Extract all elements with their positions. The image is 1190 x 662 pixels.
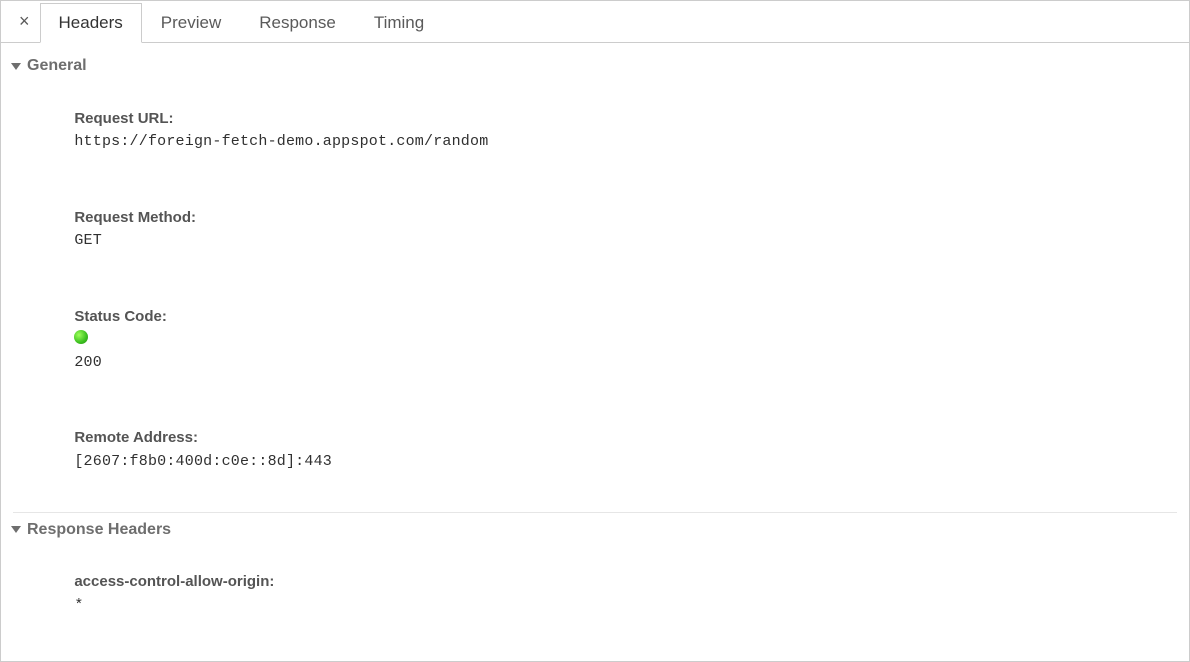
tab-preview[interactable]: Preview xyxy=(142,3,240,43)
header-value: * xyxy=(74,597,83,614)
value-request-url: https://foreign-fetch-demo.appspot.com/r… xyxy=(74,133,488,150)
section-general-body: Request URL: https://foreign-fetch-demo.… xyxy=(1,81,1189,508)
section-response-headers-title: Response Headers xyxy=(27,521,171,539)
label-request-method: Request Method: xyxy=(74,209,196,226)
headers-panel: General Request URL: https://foreign-fet… xyxy=(1,43,1189,661)
header-row: access-control-allow-origin: * xyxy=(41,545,1189,644)
value-status-code: 200 xyxy=(74,354,102,371)
header-row: alt-svc: quic=":443"; ma=2592000; v="36,… xyxy=(41,644,1189,662)
label-remote-address: Remote Address: xyxy=(74,429,198,446)
section-response-headers-toggle[interactable]: Response Headers xyxy=(1,515,1189,545)
value-request-method: GET xyxy=(74,232,102,249)
tab-response[interactable]: Response xyxy=(240,3,355,43)
header-key: access-control-allow-origin: xyxy=(74,573,274,590)
status-ok-icon xyxy=(74,330,88,344)
value-remote-address: [2607:f8b0:400d:c0e::8d]:443 xyxy=(74,453,332,470)
section-divider xyxy=(13,512,1177,513)
section-response-headers-body: access-control-allow-origin: * alt-svc: … xyxy=(1,545,1189,662)
label-request-url: Request URL: xyxy=(74,110,173,127)
row-request-method: Request Method: GET xyxy=(41,180,1189,279)
row-status-code: Status Code: 200 xyxy=(41,279,1189,401)
tabbar: × Headers Preview Response Timing xyxy=(1,1,1189,43)
close-button[interactable]: × xyxy=(9,7,40,36)
disclosure-triangle-icon xyxy=(11,63,21,70)
row-remote-address: Remote Address: [2607:f8b0:400d:c0e::8d]… xyxy=(41,401,1189,500)
section-general-title: General xyxy=(27,57,87,75)
tab-headers[interactable]: Headers xyxy=(40,3,142,43)
row-request-url: Request URL: https://foreign-fetch-demo.… xyxy=(41,81,1189,180)
tab-timing[interactable]: Timing xyxy=(355,3,443,43)
disclosure-triangle-icon xyxy=(11,526,21,533)
label-status-code: Status Code: xyxy=(74,308,167,325)
section-general-toggle[interactable]: General xyxy=(1,51,1189,81)
devtools-panel: × Headers Preview Response Timing Genera… xyxy=(0,0,1190,662)
